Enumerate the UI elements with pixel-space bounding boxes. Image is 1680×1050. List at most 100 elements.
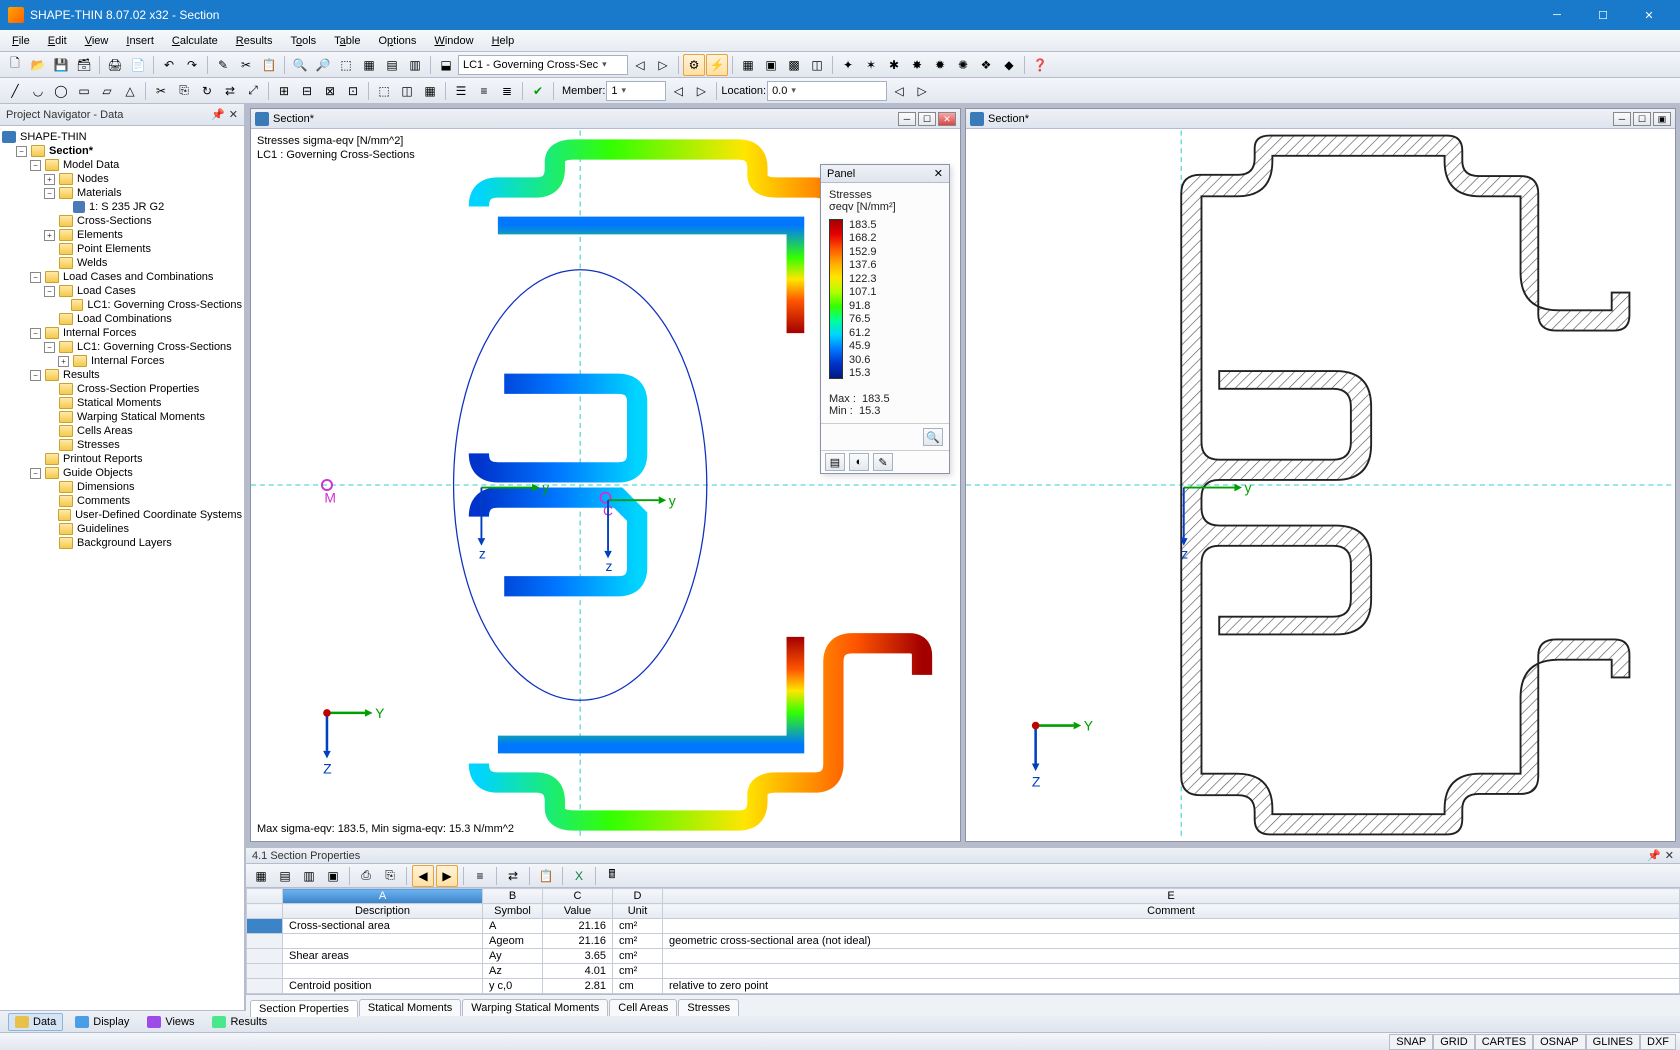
tab-data[interactable]: Data <box>8 1013 63 1031</box>
redo-icon[interactable]: ↷ <box>181 54 203 76</box>
tree-printout[interactable]: Printout Reports <box>63 453 142 465</box>
view-icon[interactable]: ▣ <box>760 54 782 76</box>
view-minimize-button[interactable]: ─ <box>898 112 916 126</box>
navigator-close-icon[interactable]: ✕ <box>229 108 238 121</box>
tree-results[interactable]: Results <box>63 369 100 381</box>
edit-icon[interactable]: ⎘ <box>173 80 195 102</box>
tree-if-lc1[interactable]: LC1: Governing Cross-Sections <box>77 341 232 353</box>
grid-btn[interactable]: ▣ <box>322 865 344 887</box>
hdr-desc[interactable]: Description <box>283 904 483 919</box>
tool-icon[interactable]: ✂ <box>235 54 257 76</box>
tree-guide[interactable]: Guide Objects <box>63 467 133 479</box>
tree-guidelines[interactable]: Guidelines <box>77 523 129 535</box>
gridtab-statical-moments[interactable]: Statical Moments <box>359 999 461 1016</box>
grid-btn[interactable]: 📋 <box>535 865 557 887</box>
tree-elements[interactable]: Elements <box>77 229 123 241</box>
prev-member-icon[interactable]: ◁ <box>667 80 689 102</box>
tree-wsm[interactable]: Warping Statical Moments <box>77 411 205 423</box>
hdr-value[interactable]: Value <box>543 904 613 919</box>
view-maximize-button[interactable]: ☐ <box>918 112 936 126</box>
tree-nodes[interactable]: Nodes <box>77 173 109 185</box>
navigator-pin-icon[interactable]: 📌 <box>211 108 225 121</box>
panel-opt1-icon[interactable]: ▤ <box>825 453 845 471</box>
properties-table[interactable]: A B C D E Description Symbol Value Unit … <box>246 888 1680 994</box>
calc-icon[interactable]: ⚡ <box>706 54 728 76</box>
view-icon[interactable]: ◫ <box>806 54 828 76</box>
col-E[interactable]: E <box>663 889 1680 904</box>
tree-ca[interactable]: Cells Areas <box>77 425 133 437</box>
tool-icon[interactable]: ⬚ <box>335 54 357 76</box>
snap-icon[interactable]: ⊞ <box>273 80 295 102</box>
tree-if-inner[interactable]: Internal Forces <box>91 355 164 367</box>
panel-opt2-icon[interactable]: ◐ <box>849 453 869 471</box>
view2-canvas[interactable]: y z Y Z <box>966 129 1675 841</box>
tree-comments[interactable]: Comments <box>77 495 130 507</box>
location-combo[interactable]: 0.0▾ <box>767 81 887 101</box>
tree-stresses[interactable]: Stresses <box>77 439 120 451</box>
section-icon[interactable]: ⬓ <box>435 54 457 76</box>
status-osnap[interactable]: OSNAP <box>1533 1034 1586 1050</box>
open-icon[interactable]: 📂 <box>27 54 49 76</box>
grid-btn[interactable]: ⎘ <box>379 865 401 887</box>
select-icon[interactable]: ◫ <box>396 80 418 102</box>
grid-btn[interactable]: ◀ <box>412 865 434 887</box>
grid-btn[interactable]: ⇄ <box>502 865 524 887</box>
new-icon[interactable]: 🗋 <box>4 54 26 76</box>
minimize-button[interactable]: ─ <box>1534 0 1580 30</box>
draw-icon[interactable]: ◡ <box>27 80 49 102</box>
tool-icon[interactable]: ▦ <box>358 54 380 76</box>
hdr-comment[interactable]: Comment <box>663 904 1680 919</box>
close-button[interactable]: ✕ <box>1626 0 1672 30</box>
menu-calculate[interactable]: Calculate <box>164 33 226 49</box>
save-icon[interactable]: 💾 <box>50 54 72 76</box>
menu-edit[interactable]: Edit <box>40 33 75 49</box>
misc-icon[interactable]: ◆ <box>998 54 1020 76</box>
draw-icon[interactable]: ╱ <box>4 80 26 102</box>
col-C[interactable]: C <box>543 889 613 904</box>
edit-icon[interactable]: ✂ <box>150 80 172 102</box>
misc-icon[interactable]: ✸ <box>906 54 928 76</box>
grid-btn[interactable]: ▶ <box>436 865 458 887</box>
select-icon[interactable]: ▦ <box>419 80 441 102</box>
misc-icon[interactable]: ✶ <box>860 54 882 76</box>
check-icon[interactable]: ✔ <box>527 80 549 102</box>
tree-csp[interactable]: Cross-Section Properties <box>77 383 199 395</box>
loadcase-combo[interactable]: LC1 - Governing Cross-Sec ▾ <box>458 55 628 75</box>
layer-icon[interactable]: ≣ <box>496 80 518 102</box>
edit-icon[interactable]: ⇄ <box>219 80 241 102</box>
tree-lc1[interactable]: LC1: Governing Cross-Sections <box>87 299 242 311</box>
tree-model-data[interactable]: Model Data <box>63 159 119 171</box>
tree-bglayers[interactable]: Background Layers <box>77 537 172 549</box>
tool-icon[interactable]: ▤ <box>381 54 403 76</box>
preview-icon[interactable]: 📄 <box>127 54 149 76</box>
grid-pin-icon[interactable]: 📌 <box>1647 849 1661 862</box>
tool-icon[interactable]: 📋 <box>258 54 280 76</box>
tree-lcc[interactable]: Load Cases and Combinations <box>63 271 213 283</box>
menu-window[interactable]: Window <box>426 33 481 49</box>
prev-icon[interactable]: ◁ <box>629 54 651 76</box>
layer-icon[interactable]: ☰ <box>450 80 472 102</box>
menu-view[interactable]: View <box>77 33 117 49</box>
status-snap[interactable]: SNAP <box>1389 1034 1433 1050</box>
tab-display[interactable]: Display <box>69 1014 135 1030</box>
tree-ucs[interactable]: User-Defined Coordinate Systems <box>75 509 242 521</box>
tree-root[interactable]: SHAPE-THIN <box>20 131 87 143</box>
tree-point-elements[interactable]: Point Elements <box>77 243 151 255</box>
grid-btn[interactable]: ≡ <box>469 865 491 887</box>
menu-table[interactable]: Table <box>326 33 368 49</box>
misc-icon[interactable]: ✺ <box>952 54 974 76</box>
gridtab-section-properties[interactable]: Section Properties <box>250 1000 358 1017</box>
tree-sm[interactable]: Statical Moments <box>77 397 161 409</box>
draw-icon[interactable]: ▭ <box>73 80 95 102</box>
next-member-icon[interactable]: ▷ <box>690 80 712 102</box>
view-icon[interactable]: ▦ <box>737 54 759 76</box>
layer-icon[interactable]: ≡ <box>473 80 495 102</box>
tab-views[interactable]: Views <box>141 1014 200 1030</box>
undo-icon[interactable]: ↶ <box>158 54 180 76</box>
tool-icon[interactable]: ✎ <box>212 54 234 76</box>
misc-icon[interactable]: ❖ <box>975 54 997 76</box>
grid-calc-icon[interactable]: 🖩 <box>601 865 623 887</box>
zoom-icon[interactable]: 🔎 <box>312 54 334 76</box>
zoom-icon[interactable]: 🔍 <box>289 54 311 76</box>
tool-icon[interactable]: ▥ <box>404 54 426 76</box>
